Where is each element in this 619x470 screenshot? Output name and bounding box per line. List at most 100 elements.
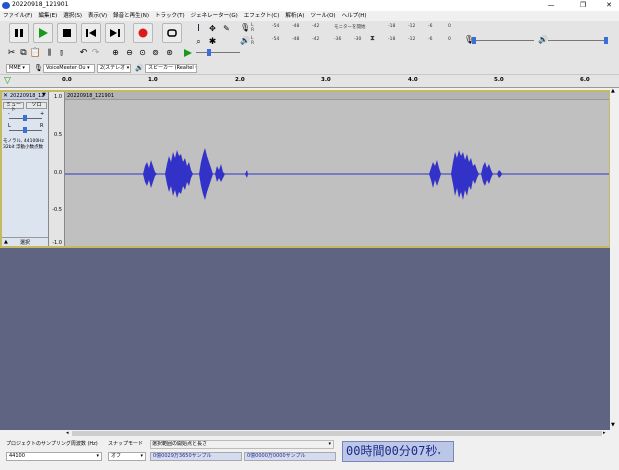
close-button[interactable]: ✕ bbox=[598, 0, 619, 11]
horizontal-scrollbar[interactable]: ◂ ▸ bbox=[0, 430, 610, 437]
draw-tool-icon[interactable]: ✎ bbox=[221, 23, 232, 34]
menu-help[interactable]: ヘルプ(H) bbox=[339, 11, 370, 21]
record-volume-slider[interactable] bbox=[474, 40, 534, 41]
menu-generate[interactable]: ジェネレーター(G) bbox=[188, 11, 241, 21]
skip-start-button[interactable] bbox=[81, 23, 101, 43]
track-bitdepth-info: 32bit 浮動小数点数 bbox=[3, 145, 44, 150]
snap-mode-select[interactable]: オフ ▾ bbox=[108, 452, 146, 461]
pan-l-label: L bbox=[8, 123, 11, 129]
multi-tool-icon[interactable]: ✱ bbox=[207, 36, 218, 47]
scroll-left-icon[interactable]: ◂ bbox=[66, 430, 69, 436]
pan-slider-thumb[interactable] bbox=[23, 127, 27, 133]
play-tick: -42 bbox=[312, 37, 320, 42]
menu-select[interactable]: 選択(S) bbox=[60, 11, 85, 21]
gain-slider-thumb[interactable] bbox=[23, 115, 27, 121]
scroll-up-icon[interactable]: ▲ bbox=[611, 88, 615, 94]
redo-icon[interactable]: ↷ bbox=[90, 47, 101, 58]
output-device-select[interactable]: スピーカー (Realtel ▾ bbox=[145, 64, 197, 73]
skip-end-button[interactable] bbox=[105, 23, 125, 43]
mixer-speaker-icon: 🔊 bbox=[538, 35, 548, 44]
scale-label: 1.0 bbox=[54, 94, 62, 100]
scroll-down-icon[interactable]: ▼ bbox=[611, 422, 615, 428]
collapse-icon[interactable]: ▲ bbox=[4, 239, 8, 245]
zoom-tool-icon[interactable]: ⌕ bbox=[193, 36, 204, 47]
playback-meter[interactable]: -54 -48 -42 -36 -30 ⧗ -18 -12 -6 0 bbox=[258, 34, 458, 47]
selection-mode-select[interactable]: ▾ bbox=[150, 440, 334, 449]
mute-button[interactable]: ミュート bbox=[3, 102, 24, 113]
playback-volume-slider[interactable] bbox=[548, 40, 608, 41]
channels-select[interactable]: 2(ステレオ ▾ bbox=[97, 64, 131, 73]
track-select-button[interactable]: 選択 bbox=[20, 239, 30, 246]
waveform-area[interactable]: 20220918_121901 bbox=[65, 92, 609, 246]
stop-button[interactable] bbox=[57, 23, 77, 43]
playback-volume-thumb[interactable] bbox=[604, 37, 608, 44]
paste-icon[interactable]: 📋 bbox=[30, 47, 41, 58]
time-display-value: 00時間00分07秒 bbox=[346, 444, 438, 458]
start-monitoring-label[interactable]: モニターを開始 bbox=[334, 24, 366, 30]
track-menu-dropdown-icon[interactable]: ▼ bbox=[42, 92, 46, 98]
menu-effect[interactable]: エフェクト(C) bbox=[241, 11, 283, 21]
track-close-icon[interactable]: ✕ bbox=[3, 92, 8, 99]
track-name-menu[interactable]: 20220918_12 bbox=[10, 93, 44, 99]
copy-icon[interactable]: ⧉ bbox=[18, 47, 29, 58]
track-select-area[interactable]: ▲ 選択 bbox=[2, 237, 48, 246]
vertical-scrollbar[interactable]: ▲ ▼ bbox=[610, 88, 619, 430]
horizontal-scroll-thumb[interactable] bbox=[72, 431, 602, 436]
play-speed-slider[interactable] bbox=[196, 52, 240, 53]
record-button[interactable] bbox=[133, 23, 153, 43]
silence-icon[interactable]: ⫾ bbox=[56, 47, 67, 58]
speaker-icon[interactable]: 🔊 bbox=[240, 36, 250, 45]
scroll-right-icon[interactable]: ▸ bbox=[603, 430, 606, 436]
menu-view[interactable]: 表示(V) bbox=[85, 11, 110, 21]
menu-edit[interactable]: 編集(E) bbox=[35, 11, 60, 21]
record-volume-thumb[interactable] bbox=[472, 37, 476, 44]
cut-icon[interactable]: ✂ bbox=[6, 47, 17, 58]
audio-host-select[interactable]: MME ▾ bbox=[6, 64, 30, 73]
time-format-dropdown-icon[interactable]: ▾ bbox=[437, 450, 441, 457]
record-meter[interactable]: -54 -48 -42 モニターを開始 -18 -12 -6 0 bbox=[258, 23, 458, 34]
snap-mode-value: オフ bbox=[111, 453, 122, 459]
zoom-in-icon[interactable]: ⊕ bbox=[110, 47, 121, 58]
title-bar: 20220918_121901 — ❐ ✕ bbox=[0, 0, 619, 11]
rec-tick: -6 bbox=[428, 24, 433, 29]
microphone-icon[interactable]: 🎙 bbox=[240, 23, 250, 32]
input-device-select[interactable]: VoiceMeeter Ou ▾ bbox=[43, 64, 95, 73]
zoom-out-icon[interactable]: ⊖ bbox=[124, 47, 135, 58]
rec-tick: -54 bbox=[272, 24, 280, 29]
selection-length-field[interactable]: 0億0000万0000サンプル bbox=[244, 452, 336, 461]
trim-icon[interactable]: ⫼ bbox=[44, 47, 55, 58]
loop-icon bbox=[167, 29, 177, 37]
play-button[interactable] bbox=[33, 23, 53, 43]
selection-start-field[interactable]: 0億0029万3650サンプル bbox=[150, 452, 242, 461]
amplitude-scale[interactable]: 1.0 0.5 0.0 -0.5 -1.0 bbox=[49, 92, 65, 246]
loop-button[interactable] bbox=[162, 23, 182, 43]
play-speed-thumb[interactable] bbox=[207, 49, 211, 56]
ruler-tick: 0.0 bbox=[62, 77, 72, 83]
zoom-toggle-icon[interactable]: ⊛ bbox=[164, 47, 175, 58]
pause-button[interactable] bbox=[9, 23, 29, 43]
play-meter-cursor[interactable]: ⧗ bbox=[370, 34, 375, 43]
time-display[interactable]: 00時間00分07秒▾ bbox=[342, 441, 454, 462]
menu-tools[interactable]: ツール(O) bbox=[307, 11, 338, 21]
maximize-button[interactable]: ❐ bbox=[572, 0, 594, 11]
fit-project-icon[interactable]: ⊚ bbox=[150, 47, 161, 58]
stop-icon bbox=[63, 29, 71, 37]
menu-transport[interactable]: 録音と再生(N) bbox=[110, 11, 152, 21]
envelope-tool-icon[interactable]: ✥ bbox=[207, 23, 218, 34]
window-title: 20220918_121901 bbox=[12, 1, 69, 8]
menu-file[interactable]: ファイル(F) bbox=[0, 11, 35, 21]
play-head-icon[interactable]: ▽ bbox=[4, 76, 11, 86]
empty-track-area[interactable] bbox=[0, 248, 610, 430]
menu-analyze[interactable]: 解析(A) bbox=[282, 11, 307, 21]
rec-meter-r: R bbox=[251, 28, 255, 33]
play-at-speed-button[interactable] bbox=[182, 47, 193, 58]
toolbar-area: I ✥ ✎ ⌕ ✱ 🎙 L R -54 -48 -42 モニターを開始 -18 … bbox=[0, 21, 619, 75]
minimize-button[interactable]: — bbox=[540, 0, 562, 11]
solo-button[interactable]: ソロ bbox=[26, 102, 47, 109]
fit-selection-icon[interactable]: ⊙ bbox=[137, 47, 148, 58]
selection-tool-icon[interactable]: I bbox=[193, 23, 204, 34]
undo-icon[interactable]: ↶ bbox=[78, 47, 89, 58]
project-rate-select[interactable]: 44100 ▾ bbox=[6, 452, 102, 461]
timeline-ruler[interactable]: ▽ 0.0 1.0 2.0 3.0 4.0 5.0 6.0 bbox=[0, 75, 619, 88]
menu-tracks[interactable]: トラック(T) bbox=[152, 11, 188, 21]
